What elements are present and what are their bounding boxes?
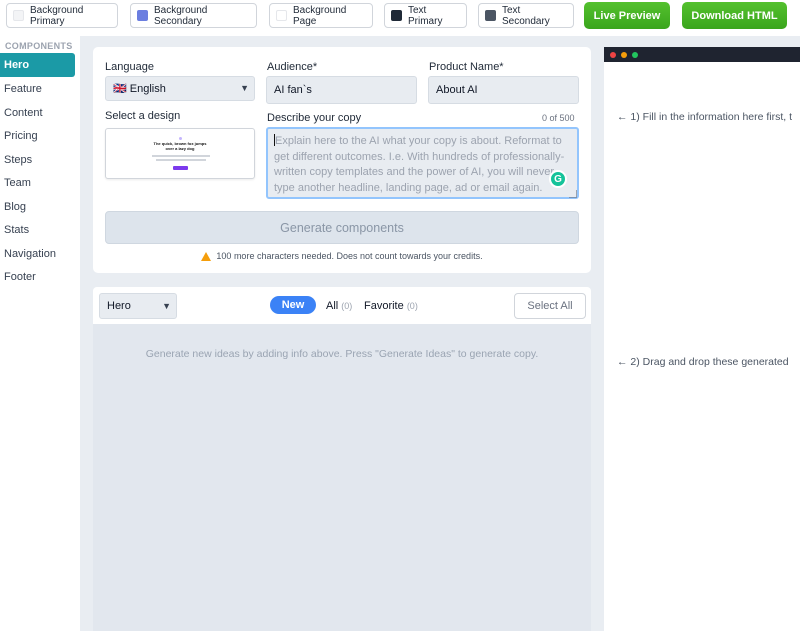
download-html-button[interactable]: Download HTML xyxy=(682,2,787,29)
describe-copy-textarea[interactable]: Explain here to the AI what your copy is… xyxy=(266,127,579,199)
preview-hint-step-2: ← 2) Drag and drop these generated xyxy=(617,356,789,368)
color-text-secondary-button[interactable]: Text Secondary xyxy=(478,3,574,28)
sidebar-item-pricing[interactable]: Pricing xyxy=(0,124,75,148)
sidebar-item-content[interactable]: Content xyxy=(0,101,75,125)
live-preview-pane: ← 1) Fill in the information here first,… xyxy=(604,47,800,631)
thumbnail-title: The quick, brown fox jumps over a lazy d… xyxy=(106,141,254,151)
chevron-down-icon: ▼ xyxy=(240,83,249,93)
tab-all-count: (0) xyxy=(341,301,353,311)
empty-state-message: Generate new ideas by adding info above.… xyxy=(145,348,539,360)
color-label: Background Page xyxy=(293,4,347,27)
thumbnail-button xyxy=(173,166,188,170)
audience-label: Audience* xyxy=(267,61,318,73)
tab-favorite[interactable]: Favorite (0) xyxy=(364,300,418,312)
color-swatch xyxy=(391,10,402,21)
describe-copy-placeholder: Explain here to the AI what your copy is… xyxy=(274,135,565,194)
component-type-value: Hero xyxy=(107,300,131,312)
audience-input[interactable]: AI fan`s xyxy=(266,76,417,104)
audience-value: AI fan`s xyxy=(274,84,312,96)
live-preview-button[interactable]: Live Preview xyxy=(584,2,670,29)
color-label: Text Primary xyxy=(408,4,443,27)
color-swatch xyxy=(137,10,148,21)
product-name-value: About AI xyxy=(436,84,478,96)
design-thumbnail[interactable]: The quick, brown fox jumps over a lazy d… xyxy=(105,128,255,179)
thumbnail-logo-icon xyxy=(179,137,182,140)
color-label: Text Secondary xyxy=(502,4,550,27)
language-value: 🇬🇧 English xyxy=(113,83,166,95)
language-select[interactable]: 🇬🇧 English ▼ xyxy=(105,76,255,101)
browser-window-bar xyxy=(604,47,800,62)
results-list: Generate new ideas by adding info above.… xyxy=(93,324,591,631)
sidebar-heading: COMPONENTS xyxy=(5,41,73,51)
color-background-page-button[interactable]: Background Page xyxy=(269,3,373,28)
select-design-label: Select a design xyxy=(105,110,181,122)
character-warning: 100 more characters needed. Does not cou… xyxy=(93,251,591,261)
window-close-icon xyxy=(610,52,616,58)
generate-components-button[interactable]: Generate components xyxy=(105,211,579,244)
sidebar-item-footer[interactable]: Footer xyxy=(0,265,75,289)
language-label: Language xyxy=(105,61,154,73)
tab-new[interactable]: New xyxy=(270,296,316,314)
color-label: Background Primary xyxy=(30,4,84,27)
warning-text: 100 more characters needed. Does not cou… xyxy=(216,251,483,261)
character-count: 0 of 500 xyxy=(542,113,575,123)
product-name-label: Product Name* xyxy=(429,61,504,73)
grammarly-icon[interactable]: G xyxy=(549,170,567,188)
preview-hint-step-1: ← 1) Fill in the information here first,… xyxy=(617,111,793,123)
results-toolbar: Hero ▼ New All (0) Favorite (0) Select A… xyxy=(93,287,591,324)
components-sidebar: COMPONENTS Hero Feature Content Pricing … xyxy=(0,36,80,631)
color-swatch xyxy=(276,10,287,21)
product-name-input[interactable]: About AI xyxy=(428,76,579,104)
component-type-select[interactable]: Hero ▼ xyxy=(99,293,177,319)
sidebar-item-team[interactable]: Team xyxy=(0,171,75,195)
copy-form-panel: Language 🇬🇧 English ▼ Audience* AI fan`s… xyxy=(93,47,591,273)
window-minimize-icon xyxy=(621,52,627,58)
thumbnail-text-line xyxy=(152,155,210,157)
top-toolbar: Background Primary Background Secondary … xyxy=(0,0,800,36)
tab-all-label: All xyxy=(326,300,339,312)
color-label: Background Secondary xyxy=(154,4,208,27)
sidebar-item-blog[interactable]: Blog xyxy=(0,195,75,219)
color-swatch xyxy=(485,10,496,21)
describe-copy-label: Describe your copy xyxy=(267,112,362,124)
color-background-primary-button[interactable]: Background Primary xyxy=(6,3,118,28)
sidebar-item-steps[interactable]: Steps xyxy=(0,148,75,172)
resize-handle-icon[interactable] xyxy=(569,190,577,198)
thumbnail-text-line xyxy=(156,159,206,161)
warning-icon xyxy=(201,251,212,261)
color-text-primary-button[interactable]: Text Primary xyxy=(384,3,467,28)
chevron-down-icon: ▼ xyxy=(162,301,171,311)
sidebar-item-navigation[interactable]: Navigation xyxy=(0,242,75,266)
color-background-secondary-button[interactable]: Background Secondary xyxy=(130,3,257,28)
sidebar-item-feature[interactable]: Feature xyxy=(0,77,75,101)
window-maximize-icon xyxy=(632,52,638,58)
tab-all[interactable]: All (0) xyxy=(326,300,352,312)
color-swatch xyxy=(13,10,24,21)
sidebar-item-hero[interactable]: Hero xyxy=(0,53,75,77)
thumbnail-title-line-2: over a lazy dog xyxy=(165,146,195,151)
tab-favorite-count: (0) xyxy=(406,301,418,311)
sidebar-item-stats[interactable]: Stats xyxy=(0,218,75,242)
tab-favorite-label: Favorite xyxy=(364,300,404,312)
select-all-button[interactable]: Select All xyxy=(514,293,586,319)
